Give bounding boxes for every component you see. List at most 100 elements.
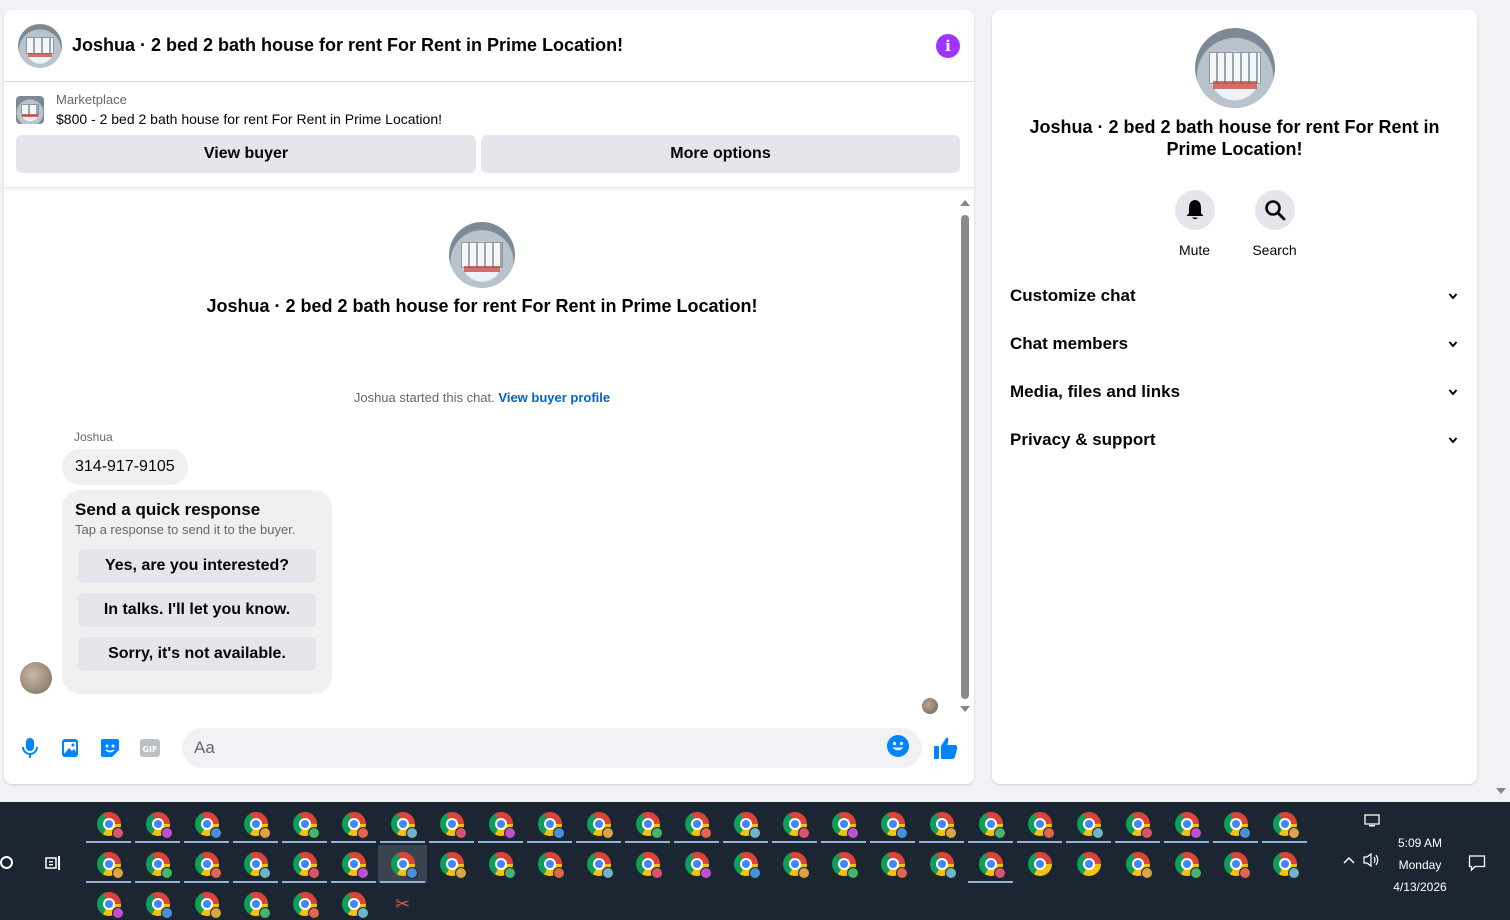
taskbar-chrome-button[interactable] bbox=[1162, 845, 1211, 883]
taskbar-chrome-button[interactable] bbox=[476, 845, 525, 883]
taskbar-chrome-button[interactable] bbox=[672, 845, 721, 883]
thumbs-up-icon[interactable] bbox=[932, 734, 960, 762]
volume-icon[interactable] bbox=[1362, 852, 1380, 868]
taskbar-chrome-button[interactable] bbox=[770, 845, 819, 883]
quick-response-in-talks-button[interactable]: In talks. I'll let you know. bbox=[78, 593, 316, 627]
taskbar-chrome-button[interactable] bbox=[672, 805, 721, 843]
chat-members-section[interactable]: Chat members bbox=[1000, 320, 1468, 368]
taskbar-chrome-button[interactable] bbox=[378, 845, 427, 883]
taskbar-chrome-button[interactable] bbox=[1064, 805, 1113, 843]
taskbar-chrome-button[interactable] bbox=[84, 845, 133, 883]
taskbar-chrome-button[interactable] bbox=[917, 845, 966, 883]
taskbar-chrome-button[interactable] bbox=[1211, 805, 1260, 843]
message-scrollbar[interactable] bbox=[960, 200, 970, 712]
taskbar-chrome-button[interactable] bbox=[868, 805, 917, 843]
chrome-icon bbox=[635, 852, 663, 879]
conversation-avatar[interactable] bbox=[18, 23, 62, 68]
taskbar-chrome-button[interactable] bbox=[231, 805, 280, 843]
start-search-icon[interactable] bbox=[0, 856, 13, 869]
taskbar-chrome-button[interactable] bbox=[966, 805, 1015, 843]
info-avatar[interactable] bbox=[1195, 28, 1275, 108]
taskbar-chrome-button[interactable] bbox=[966, 845, 1015, 883]
info-icon[interactable]: i bbox=[936, 33, 960, 58]
taskbar-chrome-button[interactable] bbox=[280, 885, 329, 920]
taskbar-chrome-button[interactable] bbox=[819, 845, 868, 883]
chrome-icon bbox=[439, 812, 467, 839]
task-view-icon[interactable] bbox=[45, 855, 63, 871]
quick-response-not-available-button[interactable]: Sorry, it's not available. bbox=[78, 637, 316, 671]
taskbar-chrome-button[interactable] bbox=[231, 885, 280, 920]
taskbar-chrome-button[interactable] bbox=[182, 805, 231, 843]
taskbar-chrome-button[interactable] bbox=[1260, 845, 1309, 883]
taskbar-chrome-button[interactable] bbox=[427, 805, 476, 843]
taskbar-chrome-button[interactable] bbox=[133, 845, 182, 883]
scroll-up-arrow[interactable] bbox=[960, 200, 970, 206]
taskbar-chrome-button[interactable] bbox=[1015, 805, 1064, 843]
taskbar-chrome-button[interactable] bbox=[574, 805, 623, 843]
scroll-thumb[interactable] bbox=[961, 215, 969, 699]
taskbar-chrome-button[interactable] bbox=[280, 845, 329, 883]
quick-response-yes-button[interactable]: Yes, are you interested? bbox=[78, 549, 316, 583]
taskbar-chrome-button[interactable] bbox=[623, 805, 672, 843]
taskbar-chrome-button[interactable] bbox=[427, 845, 476, 883]
microphone-icon[interactable] bbox=[18, 736, 42, 760]
taskbar-chrome-button[interactable] bbox=[182, 845, 231, 883]
privacy-support-section[interactable]: Privacy & support bbox=[1000, 416, 1468, 464]
taskbar-chrome-button[interactable] bbox=[819, 805, 868, 843]
taskbar-chrome-button[interactable] bbox=[280, 805, 329, 843]
taskbar-chrome-button[interactable] bbox=[721, 845, 770, 883]
taskbar-chrome-button[interactable] bbox=[329, 805, 378, 843]
taskbar-chrome-button[interactable] bbox=[574, 845, 623, 883]
taskbar-chrome-button[interactable] bbox=[721, 805, 770, 843]
taskbar-chrome-button[interactable] bbox=[182, 885, 231, 920]
media-files-links-section[interactable]: Media, files and links bbox=[1000, 368, 1468, 416]
customize-chat-section[interactable]: Customize chat bbox=[1000, 272, 1468, 320]
sticker-icon[interactable] bbox=[98, 736, 122, 760]
taskbar-chrome-button[interactable] bbox=[329, 885, 378, 920]
message-list[interactable]: Joshua · 2 bed 2 bath house for rent For… bbox=[4, 190, 974, 714]
taskbar-chrome-button[interactable] bbox=[133, 805, 182, 843]
taskbar-chrome-button[interactable] bbox=[476, 805, 525, 843]
notification-icon[interactable] bbox=[1468, 854, 1486, 872]
message-bubble[interactable]: 314-917-9105 bbox=[62, 449, 188, 485]
taskbar-chrome-button[interactable] bbox=[1064, 845, 1113, 883]
taskbar-chrome-button[interactable] bbox=[378, 805, 427, 843]
taskbar-chrome-button[interactable] bbox=[770, 805, 819, 843]
taskbar-chrome-button[interactable] bbox=[917, 805, 966, 843]
view-buyer-button[interactable]: View buyer bbox=[16, 135, 476, 173]
mute-button[interactable]: Mute bbox=[1174, 190, 1216, 258]
taskbar-chrome-button[interactable] bbox=[1113, 845, 1162, 883]
taskbar-chrome-button[interactable] bbox=[84, 885, 133, 920]
taskbar-chrome-button[interactable] bbox=[623, 845, 672, 883]
taskbar-chrome-button[interactable] bbox=[329, 845, 378, 883]
info-actions: Mute Search bbox=[992, 190, 1477, 258]
buyer-avatar[interactable] bbox=[20, 662, 52, 694]
chat-title[interactable]: Joshua · 2 bed 2 bath house for rent For… bbox=[72, 35, 936, 56]
taskbar-chrome-button[interactable] bbox=[1015, 845, 1064, 883]
chrome-icon bbox=[194, 812, 222, 839]
taskbar-chrome-button[interactable] bbox=[1211, 845, 1260, 883]
taskbar-chrome-button[interactable] bbox=[525, 805, 574, 843]
more-options-button[interactable]: More options bbox=[481, 135, 960, 173]
view-buyer-profile-link[interactable]: View buyer profile bbox=[498, 390, 610, 405]
taskbar-chrome-button[interactable]: ✂ bbox=[378, 885, 427, 920]
listing-summary[interactable]: Marketplace $800 - 2 bed 2 bath house fo… bbox=[16, 92, 962, 127]
message-input[interactable] bbox=[194, 738, 886, 758]
taskbar-chrome-button[interactable] bbox=[231, 845, 280, 883]
search-button[interactable]: Search bbox=[1252, 190, 1297, 258]
photo-icon[interactable] bbox=[58, 736, 82, 760]
clock[interactable]: 5:09 AM Monday 4/13/2026 bbox=[1384, 832, 1456, 898]
network-icon[interactable] bbox=[1364, 814, 1380, 828]
chevron-up-icon[interactable] bbox=[1342, 854, 1356, 866]
taskbar-chrome-button[interactable] bbox=[868, 845, 917, 883]
chrome-icon bbox=[586, 852, 614, 879]
gif-icon[interactable]: GIF bbox=[138, 736, 162, 760]
emoji-icon[interactable] bbox=[886, 734, 910, 763]
taskbar-chrome-button[interactable] bbox=[1162, 805, 1211, 843]
taskbar-chrome-button[interactable] bbox=[84, 805, 133, 843]
taskbar-chrome-button[interactable] bbox=[1260, 805, 1309, 843]
page-scroll-down-arrow[interactable] bbox=[1496, 788, 1506, 794]
taskbar-chrome-button[interactable] bbox=[133, 885, 182, 920]
taskbar-chrome-button[interactable] bbox=[525, 845, 574, 883]
taskbar-chrome-button[interactable] bbox=[1113, 805, 1162, 843]
